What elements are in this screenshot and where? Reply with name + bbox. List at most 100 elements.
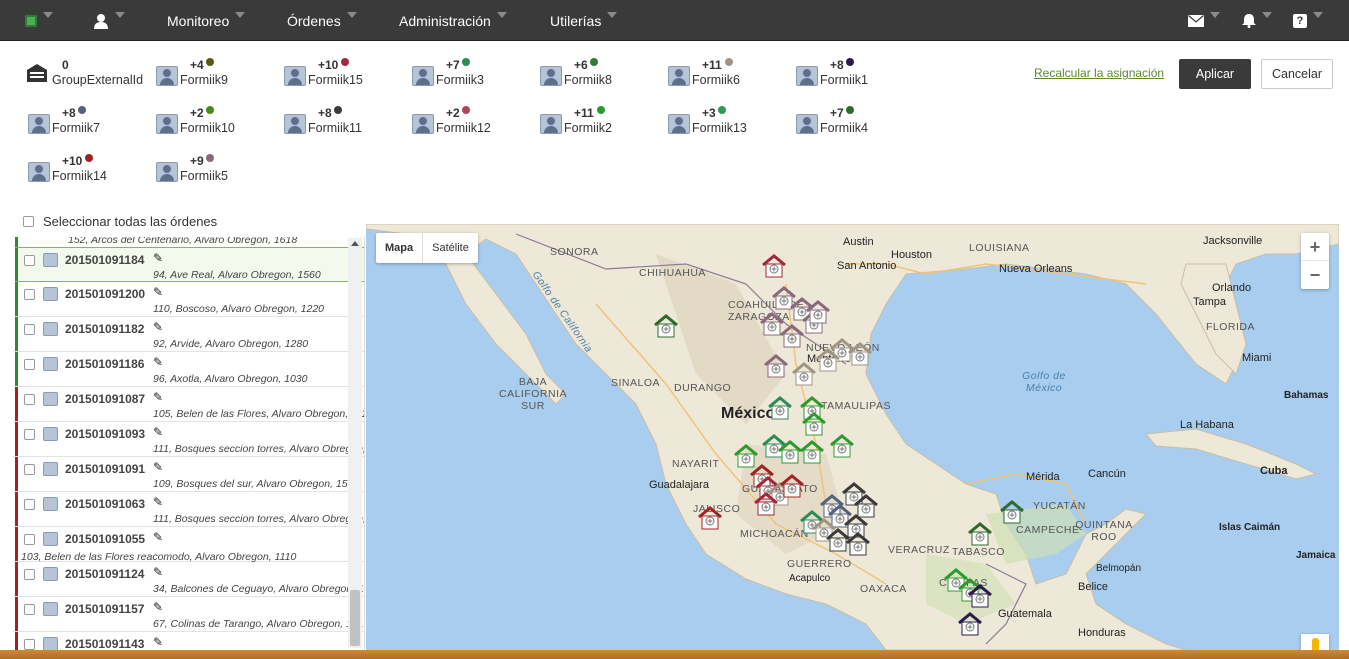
order-location-marker-icon[interactable] <box>999 500 1025 524</box>
recalculate-link[interactable]: Recalcular la asignación <box>1034 66 1164 80</box>
apply-button[interactable]: Aplicar <box>1179 59 1251 89</box>
notifications-menu[interactable] <box>1242 0 1272 41</box>
agent-formiik8[interactable]: +6 Formiik8 <box>540 58 660 98</box>
help-menu[interactable]: ? <box>1293 0 1323 41</box>
agent-formiik4[interactable]: +7 Formiik4 <box>796 106 916 146</box>
edit-pencil-icon[interactable]: ✎ <box>153 320 163 334</box>
select-all-checkbox[interactable] <box>23 216 34 227</box>
nav-ordenes[interactable]: Órdenes <box>287 0 357 41</box>
map-type-satellite-button[interactable]: Satélite <box>422 233 478 263</box>
order-checkbox[interactable] <box>24 569 35 580</box>
edit-pencil-icon[interactable]: ✎ <box>153 285 163 299</box>
order-agent-avatar-icon <box>43 322 58 336</box>
order-row[interactable]: 201501091184 ✎ 94, Ave Real, Alvaro Obrego… <box>15 247 364 282</box>
order-location-marker-icon[interactable] <box>761 254 787 278</box>
nav-administracion[interactable]: Administración <box>399 0 507 41</box>
agent-formiik6[interactable]: +11 Formiik6 <box>668 58 788 98</box>
order-checkbox[interactable] <box>24 639 35 650</box>
user-menu[interactable] <box>93 0 125 41</box>
chevron-down-icon <box>346 11 357 18</box>
order-checkbox[interactable] <box>24 324 35 335</box>
agent-formiik9[interactable]: +4 Formiik9 <box>156 58 276 98</box>
order-checkbox[interactable] <box>24 499 35 510</box>
order-row[interactable]: 201501091063 ✎ 111, Bosques seccion torres… <box>15 492 364 527</box>
agent-formiik14[interactable]: +10 Formiik14 <box>28 154 148 194</box>
agent-formiik13[interactable]: +3 Formiik13 <box>668 106 788 146</box>
order-checkbox[interactable] <box>24 359 35 370</box>
order-location-marker-icon[interactable] <box>845 532 871 556</box>
order-checkbox[interactable] <box>24 289 35 300</box>
order-location-marker-icon[interactable] <box>653 314 679 338</box>
edit-pencil-icon[interactable]: ✎ <box>153 425 163 439</box>
agent-formiik10[interactable]: +2 Formiik10 <box>156 106 276 146</box>
zoom-in-button[interactable]: + <box>1301 233 1329 261</box>
nav-utilerias[interactable]: Utilerías <box>550 0 618 41</box>
edit-pencil-icon[interactable]: ✎ <box>153 635 163 649</box>
street-view-pegman-icon[interactable] <box>1301 634 1329 650</box>
order-row[interactable]: 201501091143 ✎ <box>15 632 364 650</box>
order-location-marker-icon[interactable] <box>753 492 779 516</box>
agent-formiik1[interactable]: +8 Formiik1 <box>796 58 916 98</box>
order-row[interactable]: 201501091124 ✎ 34, Balcones de Ceguayo, Al… <box>15 562 364 597</box>
agent-formiik3[interactable]: +7 Formiik3 <box>412 58 532 98</box>
order-row[interactable]: 201501091087 ✎ 105, Belen de las Flores, A… <box>15 387 364 422</box>
edit-pencil-icon[interactable]: ✎ <box>153 530 163 544</box>
order-checkbox[interactable] <box>24 534 35 545</box>
agent-name: Formiik1 <box>820 73 868 87</box>
agent-formiik15[interactable]: +10 Formiik15 <box>284 58 404 98</box>
scrollbar-thumb[interactable] <box>350 590 360 646</box>
order-location-marker-icon[interactable] <box>767 396 793 420</box>
order-row[interactable]: 201501091157 ✎ 67, Colinas de Tarango, Alv… <box>15 597 364 632</box>
order-agent-color-bar <box>15 387 18 421</box>
map[interactable]: SONORA CHIHUAHUA COAHUILA DE ZARAGOZA LO… <box>366 224 1339 650</box>
order-checkbox[interactable] <box>24 394 35 405</box>
order-row[interactable]: 201501091093 ✎ 111, Bosques seccion torres… <box>15 422 364 457</box>
nav-monitoreo[interactable]: Monitoreo <box>167 0 246 41</box>
order-location-marker-icon[interactable] <box>815 348 841 372</box>
order-location-marker-icon[interactable] <box>763 354 789 378</box>
edit-pencil-icon[interactable]: ✎ <box>153 390 163 404</box>
edit-pencil-icon[interactable]: ✎ <box>153 355 163 369</box>
messages-menu[interactable] <box>1188 0 1220 41</box>
cancel-button[interactable]: Cancelar <box>1261 59 1333 89</box>
order-location-marker-icon[interactable] <box>967 522 993 546</box>
edit-pencil-icon[interactable]: ✎ <box>153 565 163 579</box>
order-location-marker-icon[interactable] <box>799 440 825 464</box>
order-checkbox[interactable] <box>24 464 35 475</box>
agent-formiik12[interactable]: +2 Formiik12 <box>412 106 532 146</box>
agent-formiik5[interactable]: +9 Formiik5 <box>156 154 276 194</box>
bell-icon <box>1242 14 1256 28</box>
agent-formiik11[interactable]: +8 Formiik11 <box>284 106 404 146</box>
agent-formiik2[interactable]: +11 Formiik2 <box>540 106 660 146</box>
order-row[interactable]: 201501091091 ✎ 109, Bosques del sur, Alvar… <box>15 457 364 492</box>
edit-pencil-icon[interactable]: ✎ <box>153 460 163 474</box>
order-location-marker-icon[interactable] <box>697 506 723 530</box>
order-location-marker-icon[interactable] <box>805 300 831 324</box>
order-checkbox[interactable] <box>24 604 35 615</box>
order-location-marker-icon[interactable] <box>957 612 983 636</box>
order-row[interactable]: 201501091200 ✎ 110, Boscoso, Alvaro Obrego… <box>15 282 364 317</box>
edit-pencil-icon[interactable]: ✎ <box>153 600 163 614</box>
order-location-marker-icon[interactable] <box>829 434 855 458</box>
order-list-scrollbar[interactable] <box>348 238 362 648</box>
order-location-marker-icon[interactable] <box>779 474 805 498</box>
zoom-out-button[interactable]: − <box>1301 261 1329 289</box>
order-location-marker-icon[interactable] <box>779 324 805 348</box>
app-logo-menu[interactable] <box>25 0 53 41</box>
order-location-marker-icon[interactable] <box>791 362 817 386</box>
order-row[interactable]: 201501091186 ✎ 96, Axotla, Alvaro Obregon,… <box>15 352 364 387</box>
order-location-marker-icon[interactable] <box>967 584 993 608</box>
order-row[interactable]: 201501091182 ✎ 92, Arvide, Alvaro Obregon,… <box>15 317 364 352</box>
edit-pencil-icon[interactable]: ✎ <box>153 495 163 509</box>
map-type-map-button[interactable]: Mapa <box>376 233 422 263</box>
select-all-orders[interactable]: Seleccionar todas las órdenes <box>23 214 217 229</box>
group-external[interactable]: 0 GroupExternalId <box>25 58 145 98</box>
order-checkbox[interactable] <box>24 429 35 440</box>
agent-formiik7[interactable]: +8 Formiik7 <box>28 106 148 146</box>
order-location-marker-icon[interactable] <box>847 342 873 366</box>
order-location-marker-icon[interactable] <box>801 412 827 436</box>
order-checkbox[interactable] <box>24 255 35 266</box>
scroll-up-arrow-icon[interactable] <box>351 241 359 246</box>
edit-pencil-icon[interactable]: ✎ <box>153 251 163 265</box>
order-row[interactable]: 201501091055 ✎ 103, Belen de las Flores re… <box>15 527 364 563</box>
